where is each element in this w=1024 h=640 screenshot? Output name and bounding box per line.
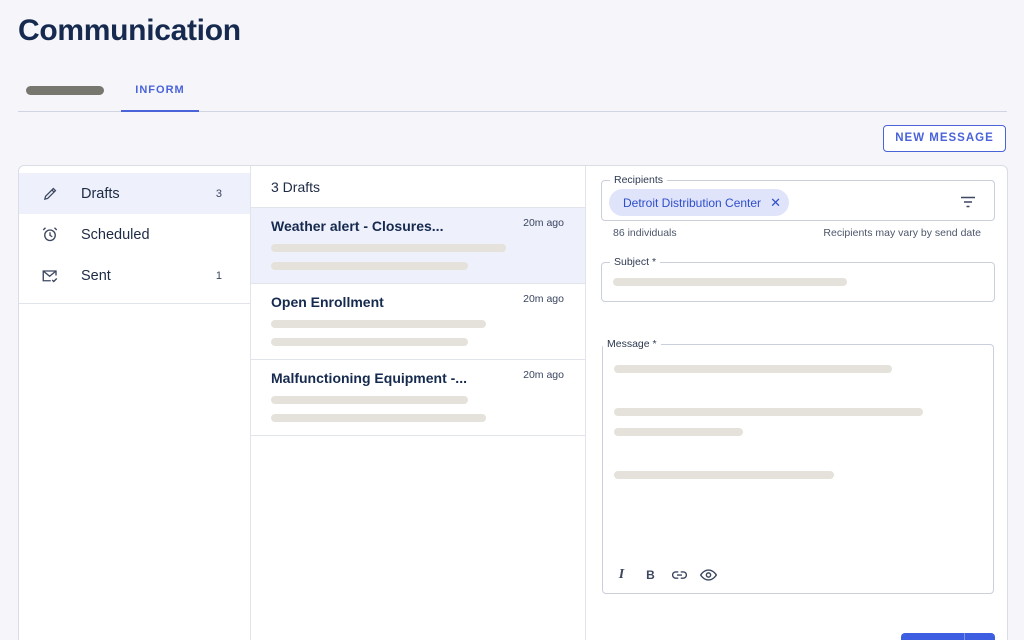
recipients-field[interactable]: Recipients Detroit Distribution Center ✕ bbox=[601, 174, 995, 221]
preview-placeholder bbox=[271, 414, 486, 422]
recipient-chip-label: Detroit Distribution Center bbox=[623, 195, 762, 210]
sidebar-item-label: Sent bbox=[81, 267, 111, 284]
subject-field[interactable]: Subject * bbox=[601, 256, 995, 302]
sidebar-item-label: Scheduled bbox=[81, 226, 150, 243]
preview-placeholder bbox=[271, 338, 468, 346]
preview-eye-icon[interactable] bbox=[700, 566, 717, 583]
drafts-count: 3 bbox=[215, 187, 222, 200]
draft-title: Open Enrollment bbox=[271, 294, 384, 310]
message-placeholder bbox=[614, 365, 892, 373]
recipient-note: Recipients may vary by send date bbox=[823, 227, 981, 239]
send-button[interactable] bbox=[901, 633, 995, 640]
sidebar-item-drafts[interactable]: Drafts 3 bbox=[19, 173, 250, 214]
preview-placeholder bbox=[271, 262, 468, 270]
draft-time: 20m ago bbox=[523, 293, 564, 305]
preview-placeholder bbox=[271, 396, 468, 404]
message-field[interactable]: Message * I B bbox=[602, 338, 994, 594]
mail-check-icon bbox=[41, 267, 59, 285]
tab-redacted[interactable] bbox=[26, 86, 104, 95]
list-item[interactable]: Weather alert - Closures... 20m ago bbox=[251, 208, 585, 284]
subject-placeholder bbox=[613, 278, 847, 286]
compose-pane: Recipients Detroit Distribution Center ✕… bbox=[586, 166, 1007, 640]
filter-icon[interactable] bbox=[960, 195, 976, 213]
sent-count: 1 bbox=[215, 269, 222, 282]
list-item[interactable]: Open Enrollment 20m ago bbox=[251, 284, 585, 360]
draft-time: 20m ago bbox=[523, 369, 564, 381]
preview-placeholder bbox=[271, 244, 506, 252]
page-title: Communication bbox=[18, 14, 241, 47]
subject-label: Subject * bbox=[610, 256, 661, 268]
sidebar-item-label: Drafts bbox=[81, 185, 120, 202]
recipient-chip[interactable]: Detroit Distribution Center ✕ bbox=[609, 189, 789, 216]
alarm-clock-icon bbox=[41, 226, 59, 244]
sidebar-item-sent[interactable]: Sent 1 bbox=[19, 255, 250, 296]
close-icon[interactable]: ✕ bbox=[770, 195, 781, 211]
message-placeholder bbox=[614, 408, 923, 416]
drafts-list: 3 Drafts Weather alert - Closures... 20m… bbox=[251, 166, 586, 640]
tab-inform[interactable]: INFORM bbox=[121, 76, 199, 112]
communication-panel: Drafts 3 Scheduled Sent 1 3 Drafts Weath… bbox=[18, 165, 1008, 640]
bold-icon[interactable]: B bbox=[642, 566, 659, 583]
recipient-count: 86 individuals bbox=[613, 227, 677, 239]
sidebar-item-scheduled[interactable]: Scheduled bbox=[19, 214, 250, 255]
draft-title: Malfunctioning Equipment -... bbox=[271, 370, 467, 386]
drafts-header: 3 Drafts bbox=[251, 166, 585, 208]
message-label: Message * bbox=[603, 338, 661, 350]
new-message-button[interactable]: NEW MESSAGE bbox=[883, 125, 1006, 152]
pencil-icon bbox=[41, 185, 59, 203]
format-toolbar: I B bbox=[613, 566, 717, 583]
recipients-label: Recipients bbox=[610, 174, 668, 186]
draft-time: 20m ago bbox=[523, 217, 564, 229]
preview-placeholder bbox=[271, 320, 486, 328]
link-icon[interactable] bbox=[671, 566, 688, 583]
list-item[interactable]: Malfunctioning Equipment -... 20m ago bbox=[251, 360, 585, 436]
folder-sidebar: Drafts 3 Scheduled Sent 1 bbox=[19, 166, 251, 640]
italic-icon[interactable]: I bbox=[613, 566, 630, 583]
draft-title: Weather alert - Closures... bbox=[271, 218, 444, 234]
message-placeholder bbox=[614, 471, 834, 479]
tab-bar: INFORM bbox=[18, 76, 1007, 112]
message-placeholder bbox=[614, 428, 743, 436]
